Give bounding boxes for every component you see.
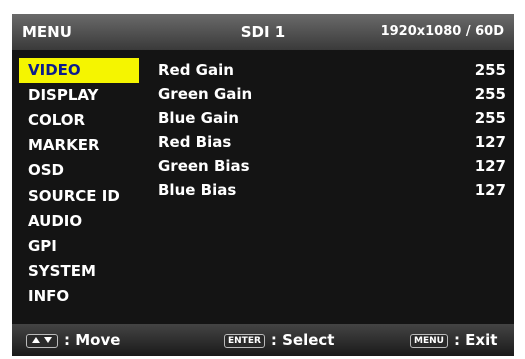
setting-label: Blue Bias [158,181,237,199]
setting-value: 255 [474,61,506,79]
setting-value: 127 [474,133,506,151]
osd-menu-screen: MENU SDI 1 1920x1080 / 60D VIDEO DISPLAY… [12,14,514,356]
sidebar-item-audio[interactable]: AUDIO [19,209,139,234]
setting-label: Red Gain [158,61,234,79]
sidebar-item-system[interactable]: SYSTEM [19,259,139,284]
setting-row-green-gain[interactable]: Green Gain 255 [146,82,514,106]
setting-value: 255 [474,109,506,127]
setting-value: 127 [474,157,506,175]
setting-label: Blue Gain [158,109,239,127]
sidebar-item-info[interactable]: INFO [19,284,139,309]
setting-value: 255 [474,85,506,103]
menu-header: MENU SDI 1 1920x1080 / 60D [12,14,514,50]
setting-row-blue-gain[interactable]: Blue Gain 255 [146,106,514,130]
video-settings-list: Red Gain 255 Green Gain 255 Blue Gain 25… [146,50,514,324]
menu-key-icon: MENU [410,333,448,348]
category-list: VIDEO DISPLAY COLOR MARKER OSD SOURCE ID… [12,50,146,324]
sidebar-item-source-id[interactable]: SOURCE ID [19,184,139,209]
up-down-arrows-icon [26,333,58,348]
sidebar-item-marker[interactable]: MARKER [19,133,139,158]
sidebar-item-gpi[interactable]: GPI [19,234,139,259]
sidebar-item-osd[interactable]: OSD [19,158,139,183]
setting-label: Red Bias [158,133,232,151]
select-hint-label: : Select [270,331,335,349]
setting-row-green-bias[interactable]: Green Bias 127 [146,154,514,178]
setting-label: Green Gain [158,85,253,103]
exit-hint-label: : Exit [453,331,498,349]
sidebar-item-video[interactable]: VIDEO [19,58,139,83]
sidebar-item-display[interactable]: DISPLAY [19,83,139,108]
resolution-label: 1920x1080 / 60D [380,24,504,39]
setting-row-red-gain[interactable]: Red Gain 255 [146,58,514,82]
move-hint[interactable]: : Move [26,324,120,356]
sidebar-item-color[interactable]: COLOR [19,108,139,133]
setting-value: 127 [474,181,506,199]
menu-panel: VIDEO DISPLAY COLOR MARKER OSD SOURCE ID… [12,50,514,324]
move-hint-label: : Move [64,331,121,349]
exit-hint[interactable]: MENU : Exit [410,324,497,356]
setting-row-blue-bias[interactable]: Blue Bias 127 [146,178,514,202]
key-hint-bar: : Move ENTER : Select MENU : Exit [12,324,514,356]
setting-label: Green Bias [158,157,250,175]
enter-key-icon: ENTER [224,333,265,348]
setting-row-red-bias[interactable]: Red Bias 127 [146,130,514,154]
select-hint[interactable]: ENTER : Select [224,324,334,356]
